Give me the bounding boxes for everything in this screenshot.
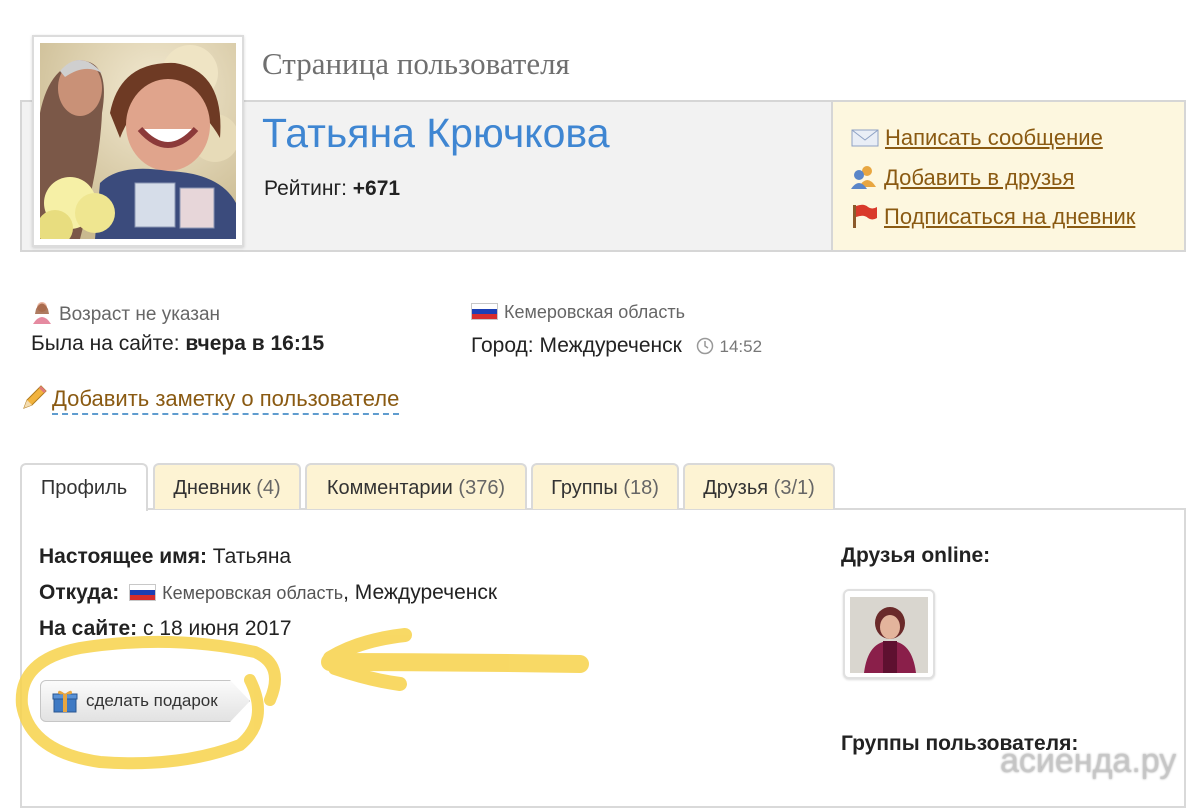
- users-icon: [851, 166, 876, 189]
- tab-diary-count: (4): [256, 477, 281, 499]
- russia-flag-icon: [471, 303, 498, 320]
- last-seen-row: Была на сайте: вчера в 16:15: [31, 332, 324, 356]
- friend-avatar[interactable]: [850, 597, 928, 673]
- city-row: Город: Междуреченск 14:52: [471, 334, 762, 358]
- member-since-row: На сайте: с 18 июня 2017: [39, 617, 292, 641]
- tab-groups[interactable]: Группы (18): [531, 463, 679, 509]
- tab-comments-count: (376): [458, 477, 506, 499]
- gift-button-label: сделать подарок: [86, 691, 218, 710]
- from-row: Откуда: Кемеровская область, Междуреченс…: [39, 581, 497, 605]
- rating: Рейтинг: +671: [264, 177, 400, 201]
- rating-value: +671: [352, 177, 401, 200]
- from-city: , Междуреченск: [343, 581, 498, 604]
- tab-profile-label: Профиль: [40, 477, 128, 499]
- real-name-row: Настоящее имя: Татьяна: [39, 545, 291, 569]
- woman-icon: [33, 302, 51, 324]
- gift-icon: [52, 690, 78, 713]
- tab-comments-label: Комментарии: [326, 477, 453, 499]
- flag-icon: [853, 204, 877, 228]
- send-message-link[interactable]: Написать сообщение: [851, 125, 1103, 151]
- avatar[interactable]: [40, 43, 236, 239]
- last-seen-label: Была на сайте:: [31, 332, 180, 355]
- clock-icon: [696, 337, 713, 355]
- add-friend-label: Добавить в друзья: [884, 165, 1075, 190]
- real-name-label: Настоящее имя:: [39, 545, 207, 568]
- user-name: Татьяна Крючкова: [262, 110, 610, 156]
- real-name-value: Татьяна: [212, 545, 292, 568]
- russia-flag-icon: [129, 584, 157, 601]
- tab-groups-label: Группы: [551, 477, 618, 499]
- rating-label: Рейтинг:: [264, 177, 347, 200]
- tab-groups-count: (18): [623, 477, 659, 499]
- friends-online-title: Друзья online:: [841, 544, 991, 567]
- region-text: Кемеровская область: [504, 302, 685, 322]
- city-label: Город:: [471, 334, 534, 357]
- local-time: 14:52: [719, 337, 763, 356]
- tab-friends-count: (3/1): [773, 477, 815, 499]
- subscribe-diary-label: Подписаться на дневник: [884, 204, 1136, 229]
- age-text: Возраст не указан: [59, 304, 221, 325]
- add-friend-link[interactable]: Добавить в друзья: [850, 165, 1074, 191]
- tab-friends[interactable]: Друзья (3/1): [683, 463, 835, 509]
- from-region: Кемеровская область: [162, 583, 344, 603]
- age-row: Возраст не указан: [31, 300, 220, 326]
- add-note-link[interactable]: Добавить заметку о пользователе: [52, 386, 400, 415]
- last-seen-value: вчера в 16:15: [185, 332, 325, 355]
- envelope-icon: [851, 129, 879, 147]
- member-since-value: с 18 июня 2017: [143, 617, 292, 640]
- page-heading: Страница пользователя: [262, 46, 570, 81]
- subscribe-diary-link[interactable]: Подписаться на дневник: [850, 204, 1135, 230]
- tab-friends-label: Друзья: [703, 477, 769, 499]
- watermark: асиенда.ру: [1000, 742, 1177, 780]
- pencil-icon: [23, 385, 47, 409]
- tab-diary-label: Дневник: [173, 477, 251, 499]
- member-since-label: На сайте:: [39, 617, 138, 640]
- tab-diary[interactable]: Дневник (4): [153, 463, 301, 509]
- region-row: Кемеровская область: [471, 302, 685, 323]
- tab-comments[interactable]: Комментарии (376): [305, 463, 527, 509]
- tab-profile[interactable]: Профиль: [20, 463, 148, 511]
- from-label: Откуда:: [39, 581, 120, 604]
- send-message-label: Написать сообщение: [885, 125, 1103, 150]
- city-value: Междуреченск: [539, 334, 682, 357]
